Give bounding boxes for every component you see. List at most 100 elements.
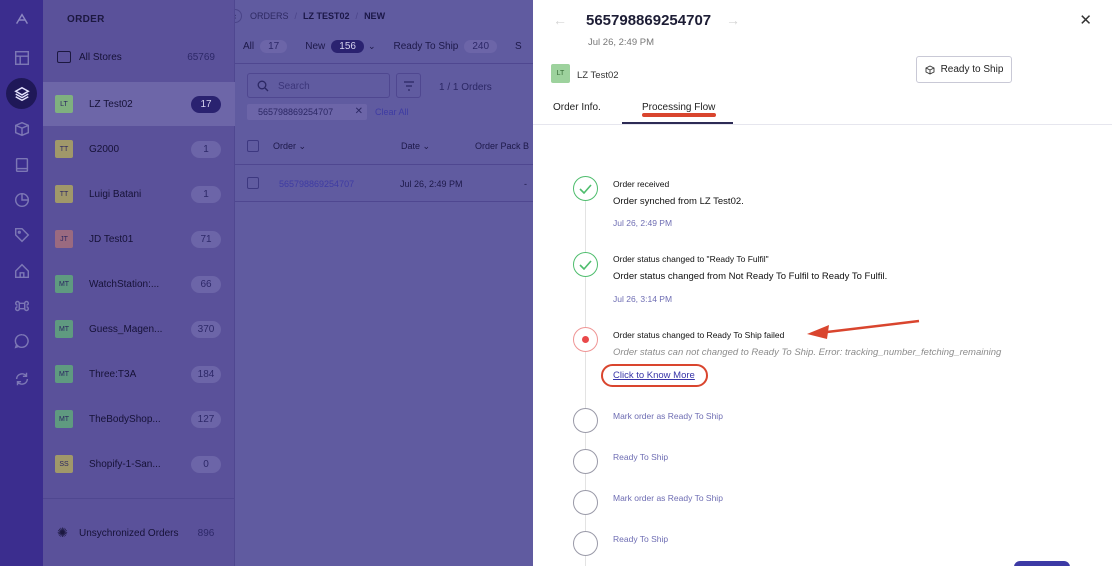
store-avatar: LT — [55, 95, 73, 113]
order-number-link[interactable]: 565798869254707 — [279, 179, 354, 189]
divider — [43, 498, 235, 499]
column-header-order-pack[interactable]: Order Pack B — [475, 141, 529, 151]
select-all-checkbox[interactable] — [247, 140, 259, 152]
breadcrumb-item[interactable]: LZ TEST02 — [303, 11, 350, 21]
breadcrumb-item[interactable]: ORDERS — [250, 11, 289, 21]
store-avatar: JT — [55, 230, 73, 248]
store-item[interactable]: MT Three:T3A 184 — [43, 352, 235, 396]
annotation-arrow — [807, 319, 920, 339]
check-icon — [579, 259, 592, 270]
order-date: Jul 26, 2:49 PM — [588, 37, 655, 48]
search-input[interactable]: Search — [247, 73, 390, 98]
column-header-date[interactable]: Date ⌄ — [401, 141, 430, 152]
filter-chip: 565798869254707 ✕ — [247, 104, 367, 120]
collapse-icon[interactable]: ‹ — [235, 9, 242, 23]
store-item[interactable]: JT JD Test01 71 — [43, 217, 235, 261]
tab-label: S — [515, 41, 522, 52]
search-icon — [257, 80, 269, 92]
order-number: 565798869254707 — [586, 12, 712, 29]
store-avatar: TT — [55, 185, 73, 203]
dashboard-icon[interactable] — [11, 47, 32, 68]
chevron-down-icon[interactable]: ⌄ — [368, 41, 376, 52]
order-detail-drawer: ← 565798869254707 → Jul 26, 2:49 PM ✕ LT… — [533, 0, 1112, 566]
ready-to-ship-button[interactable]: Ready to Ship — [916, 56, 1012, 83]
annotation-underline — [642, 113, 716, 117]
search-placeholder: Search — [278, 81, 310, 92]
store-avatar: SS — [55, 455, 73, 473]
store-item[interactable]: MT Guess_Magen... 370 — [43, 307, 235, 351]
store-count: 1 — [191, 185, 221, 203]
store-name: Three:T3A — [89, 368, 137, 380]
row-checkbox[interactable] — [247, 177, 259, 189]
store-item[interactable]: TT Luigi Batani 1 — [43, 172, 235, 216]
timeline-node-done — [573, 176, 598, 201]
box-icon[interactable] — [11, 118, 32, 139]
close-icon[interactable]: ✕ — [1079, 11, 1092, 29]
home-icon[interactable] — [11, 260, 32, 281]
event-date: Jul 26, 3:14 PM — [613, 294, 673, 304]
tab-count: 240 — [464, 40, 498, 53]
event-description: Order status changed from Not Ready To F… — [613, 271, 888, 282]
store-item[interactable]: MT WatchStation:... 66 — [43, 262, 235, 306]
store-avatar: MT — [55, 365, 73, 383]
tag-icon[interactable] — [11, 224, 32, 245]
timeline-node-pending — [573, 449, 598, 474]
tab-count: 156 — [331, 40, 364, 53]
unsynchronized-orders-item[interactable]: ✺ Unsychronized Orders 896 — [43, 511, 235, 555]
clear-all-link[interactable]: Clear All — [375, 107, 409, 117]
store-item[interactable]: MT TheBodyShop... 127 — [43, 397, 235, 441]
event-description: Order synched from LZ Test02. — [613, 196, 744, 207]
filter-button[interactable] — [396, 73, 421, 98]
store-count: 127 — [191, 410, 221, 428]
tab-label: All — [243, 41, 255, 52]
event-date: Jul 26, 2:49 PM — [613, 218, 673, 228]
store-item[interactable]: LT LZ Test02 17 — [43, 82, 235, 126]
column-header-order[interactable]: Order ⌄ — [273, 141, 306, 152]
store-item[interactable]: SS Shopify-1-San... 0 — [43, 442, 235, 486]
store-avatar: LT — [551, 64, 570, 83]
store-count: 66 — [191, 275, 221, 293]
pending-step: Mark order as Ready To Ship — [613, 411, 723, 421]
timeline-node-pending — [573, 531, 598, 556]
store-avatar: MT — [55, 410, 73, 428]
table-row[interactable]: 565798869254707 Jul 26, 2:49 PM - — [235, 165, 533, 202]
arrow-right-icon[interactable]: → — [726, 12, 740, 28]
logo-icon[interactable] — [11, 9, 32, 30]
tab-all[interactable]: All 17 — [243, 40, 288, 53]
tab-processing-flow[interactable]: Processing Flow — [642, 102, 715, 113]
chat-icon[interactable] — [11, 330, 32, 351]
event-error: Order status can not changed to Ready To… — [613, 347, 1002, 358]
tab-more[interactable]: S — [515, 41, 522, 52]
store-count: 184 — [191, 365, 221, 383]
store-name: LZ Test02 — [577, 70, 619, 81]
tab-ready-to-ship[interactable]: Ready To Ship 240 — [394, 40, 498, 53]
breadcrumb-item: NEW — [364, 11, 386, 21]
sync-icon[interactable] — [11, 368, 32, 389]
tab-order-info[interactable]: Order Info. — [553, 102, 601, 113]
check-icon — [579, 183, 592, 194]
close-icon[interactable]: ✕ — [355, 104, 363, 120]
timeline-node-done — [573, 252, 598, 277]
panel-title: ORDER — [67, 14, 105, 25]
primary-action-button[interactable] — [1014, 561, 1070, 566]
book-icon[interactable] — [11, 154, 32, 175]
layers-icon[interactable] — [11, 83, 32, 104]
order-pack-value: - — [524, 179, 527, 189]
store-avatar: MT — [55, 275, 73, 293]
store-count: 1 — [191, 140, 221, 158]
command-icon[interactable] — [11, 295, 32, 316]
store-count: 0 — [191, 455, 221, 473]
orders-main: ‹ ORDERS / LZ TEST02 / NEW All 17 New 15… — [235, 0, 533, 566]
store-item[interactable]: TT G2000 1 — [43, 127, 235, 171]
tab-label: Ready To Ship — [393, 41, 459, 52]
store-name: JD Test01 — [89, 233, 134, 245]
arrow-left-icon[interactable]: ← — [553, 12, 567, 28]
button-label: Ready to Ship — [940, 64, 1004, 75]
store-item-all[interactable]: All Stores 65769 — [43, 35, 235, 79]
store-count: 71 — [191, 230, 221, 248]
tab-new[interactable]: New 156 ⌄ — [305, 40, 376, 53]
know-more-link[interactable]: Click to Know More — [613, 370, 695, 381]
store-name: G2000 — [89, 143, 120, 155]
store-count: 896 — [197, 527, 215, 539]
chart-icon[interactable] — [11, 189, 32, 210]
